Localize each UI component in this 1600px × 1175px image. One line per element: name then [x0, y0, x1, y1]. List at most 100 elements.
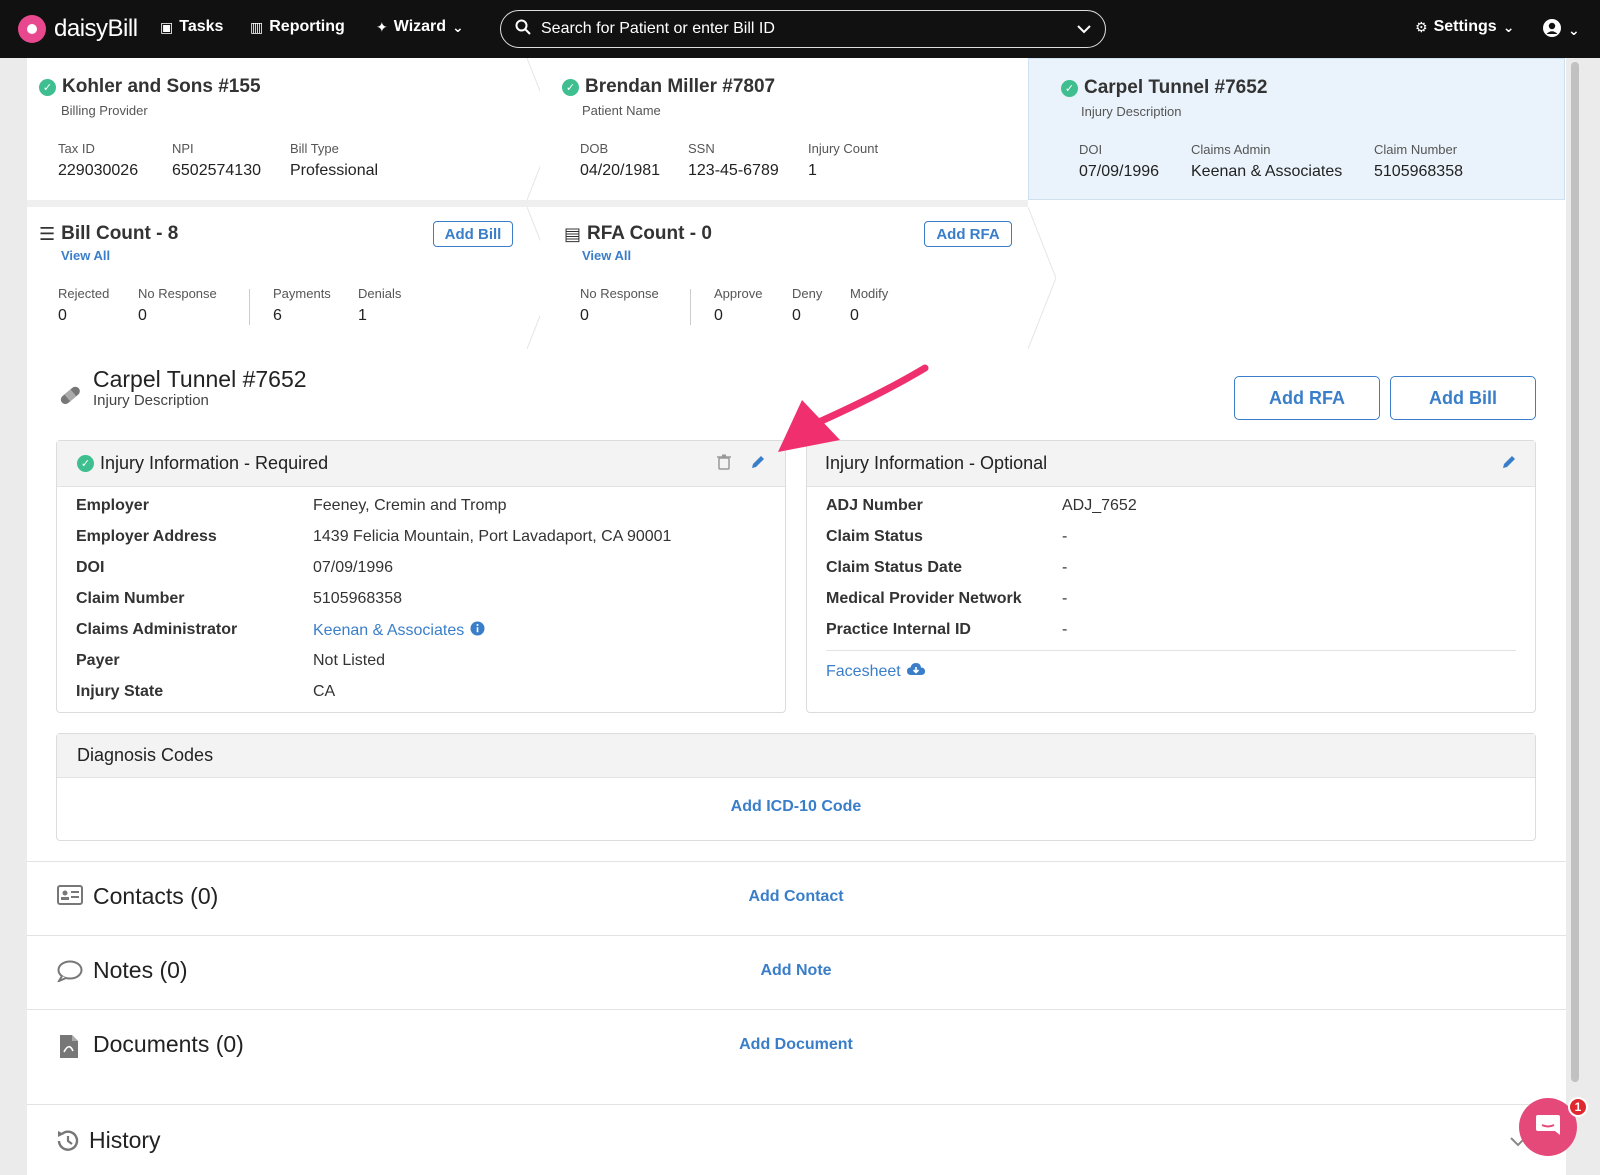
claim-status-label: Claim Status [826, 528, 923, 545]
trash-icon[interactable] [717, 454, 731, 475]
add-contact-link[interactable]: Add Contact [0, 888, 1592, 906]
doi-row-value: 07/09/1996 [313, 559, 394, 576]
claim-status-value: - [1062, 528, 1068, 545]
injury-card-subtitle: Injury Description [1081, 104, 1182, 119]
add-document-link[interactable]: Add Document [0, 1036, 1592, 1054]
chat-icon [1535, 1113, 1561, 1142]
chat-unread-badge: 1 [1568, 1097, 1588, 1117]
nav-reporting[interactable]: ▥ Reporting [250, 18, 345, 36]
provider-subtitle: Billing Provider [61, 103, 148, 118]
add-bill-button[interactable]: Add Bill [1390, 376, 1536, 420]
history-title: History [89, 1127, 161, 1153]
claims-admin-value: Keenan & Associates [1191, 163, 1343, 180]
brand-name: daisyBill [54, 15, 138, 42]
divider [27, 861, 1566, 862]
practice-internal-id-label: Practice Internal ID [826, 621, 971, 638]
diagnosis-panel-title: Diagnosis Codes [77, 745, 214, 765]
optional-panel-header: Injury Information - Optional [807, 441, 1535, 487]
card-separator [27, 200, 1028, 207]
approve-label: Approve [714, 286, 763, 301]
denials-label: Denials [358, 286, 402, 301]
patient-subtitle: Patient Name [582, 103, 661, 118]
required-panel-header: ✓ Injury Information - Required [57, 441, 785, 487]
add-note-link[interactable]: Add Note [0, 962, 1592, 980]
deny-label: Deny [792, 286, 823, 301]
check-circle-icon: ✓ [77, 455, 94, 472]
add-icd10-code-link[interactable]: Add ICD-10 Code [0, 798, 1592, 816]
provider-title: Kohler and Sons #155 [62, 76, 261, 97]
nav-wizard[interactable]: ✦ Wizard ⌄ [376, 18, 464, 36]
nav-tasks[interactable]: ▣ Tasks [160, 18, 223, 36]
check-circle-icon: ✓ [562, 78, 579, 96]
chevron-down-icon: ⌄ [1502, 18, 1515, 35]
ssn-label: SSN [688, 141, 715, 156]
modify-value: 0 [850, 307, 859, 324]
search-placeholder: Search for Patient or enter Bill ID [541, 20, 775, 37]
patient-card[interactable]: ✓ Brendan Miller #7807 Patient Name DOB … [540, 58, 1056, 200]
injury-card[interactable]: ✓ Carpel Tunnel #7652 Injury Description… [1028, 58, 1565, 200]
npi-value: 6502574130 [172, 162, 261, 179]
edit-pencil-icon[interactable] [750, 454, 766, 475]
chevron-down-icon: ⌄ [1568, 22, 1580, 38]
divider [27, 1009, 1566, 1010]
add-rfa-button[interactable]: Add RFA [1234, 376, 1380, 420]
divider [690, 289, 691, 325]
bill-view-all-link[interactable]: View All [61, 248, 110, 263]
chevron-down-icon: ⌄ [452, 18, 464, 35]
npi-label: NPI [172, 141, 194, 156]
bill-count-title: Bill Count - 8 [61, 223, 179, 244]
injury-state-value: CA [313, 683, 336, 700]
bandage-icon [57, 382, 83, 413]
rfa-view-all-link[interactable]: View All [582, 248, 631, 263]
rfa-count-card: ▤ RFA Count - 0 View All Add RFA No Resp… [540, 207, 1056, 349]
gear-icon: ⚙ [1415, 18, 1428, 35]
rfa-no-response-value: 0 [580, 307, 589, 324]
doi-label: DOI [1079, 142, 1103, 157]
claim-status-date-label: Claim Status Date [826, 559, 963, 576]
rfa-no-response-label: No Response [580, 286, 659, 301]
search-input[interactable]: Search for Patient or enter Bill ID [500, 10, 1106, 48]
check-circle-icon: ✓ [39, 78, 56, 96]
claims-administrator-value[interactable]: Keenan & Associates [313, 621, 485, 641]
employer-address-label: Employer Address [76, 528, 217, 545]
add-rfa-small-button[interactable]: Add RFA [924, 221, 1012, 247]
billing-provider-card[interactable]: ✓ Kohler and Sons #155 Billing Provider … [27, 58, 555, 200]
injury-card-title: Carpel Tunnel #7652 [1084, 77, 1268, 98]
claims-admin-label: Claims Admin [1191, 142, 1271, 157]
info-circle-icon[interactable] [470, 621, 485, 641]
claim-number-row-label: Claim Number [76, 590, 185, 607]
document-list-icon: ▤ [564, 223, 582, 244]
chevron-down-icon[interactable] [1077, 21, 1091, 37]
bill-count-card: ☰ Bill Count - 8 View All Add Bill Rejec… [27, 207, 555, 349]
facesheet-link[interactable]: Facesheet [826, 662, 925, 681]
history-clock-icon [55, 1128, 81, 1160]
no-response-label: No Response [138, 286, 217, 301]
no-response-value: 0 [138, 307, 147, 324]
optional-panel-title: Injury Information - Optional [825, 453, 1048, 473]
scrollbar-thumb[interactable] [1571, 62, 1579, 1082]
injury-count-label: Injury Count [808, 141, 879, 156]
doi-row-label: DOI [76, 559, 105, 576]
logo[interactable]: daisyBill [18, 15, 138, 43]
user-avatar-icon [1542, 18, 1562, 43]
divider [826, 650, 1516, 651]
payments-value: 6 [273, 307, 282, 324]
tax-id-value: 229030026 [58, 162, 139, 179]
user-menu[interactable]: ⌄ [1542, 18, 1580, 43]
diagnosis-panel-header: Diagnosis Codes [57, 734, 1535, 778]
nav-settings-label: Settings [1433, 18, 1497, 35]
employer-value: Feeney, Cremin and Tromp [313, 497, 507, 514]
bill-type-label: Bill Type [290, 141, 339, 156]
payer-label: Payer [76, 652, 120, 669]
employer-address-value: 1439 Felicia Mountain, Port Lavadaport, … [313, 528, 672, 545]
rfa-count-title: RFA Count - 0 [587, 223, 712, 244]
edit-pencil-icon[interactable] [1501, 454, 1517, 475]
deny-value: 0 [792, 307, 801, 324]
nav-settings[interactable]: ⚙ Settings ⌄ [1415, 18, 1514, 36]
claims-administrator-link[interactable]: Keenan & Associates [313, 622, 464, 640]
add-bill-small-button[interactable]: Add Bill [433, 221, 513, 247]
claim-number-row-value: 5105968358 [313, 590, 402, 607]
medical-provider-network-label: Medical Provider Network [826, 590, 1022, 607]
injury-subtitle: Injury Description [93, 392, 209, 409]
injury-title: Carpel Tunnel #7652 [93, 366, 307, 392]
